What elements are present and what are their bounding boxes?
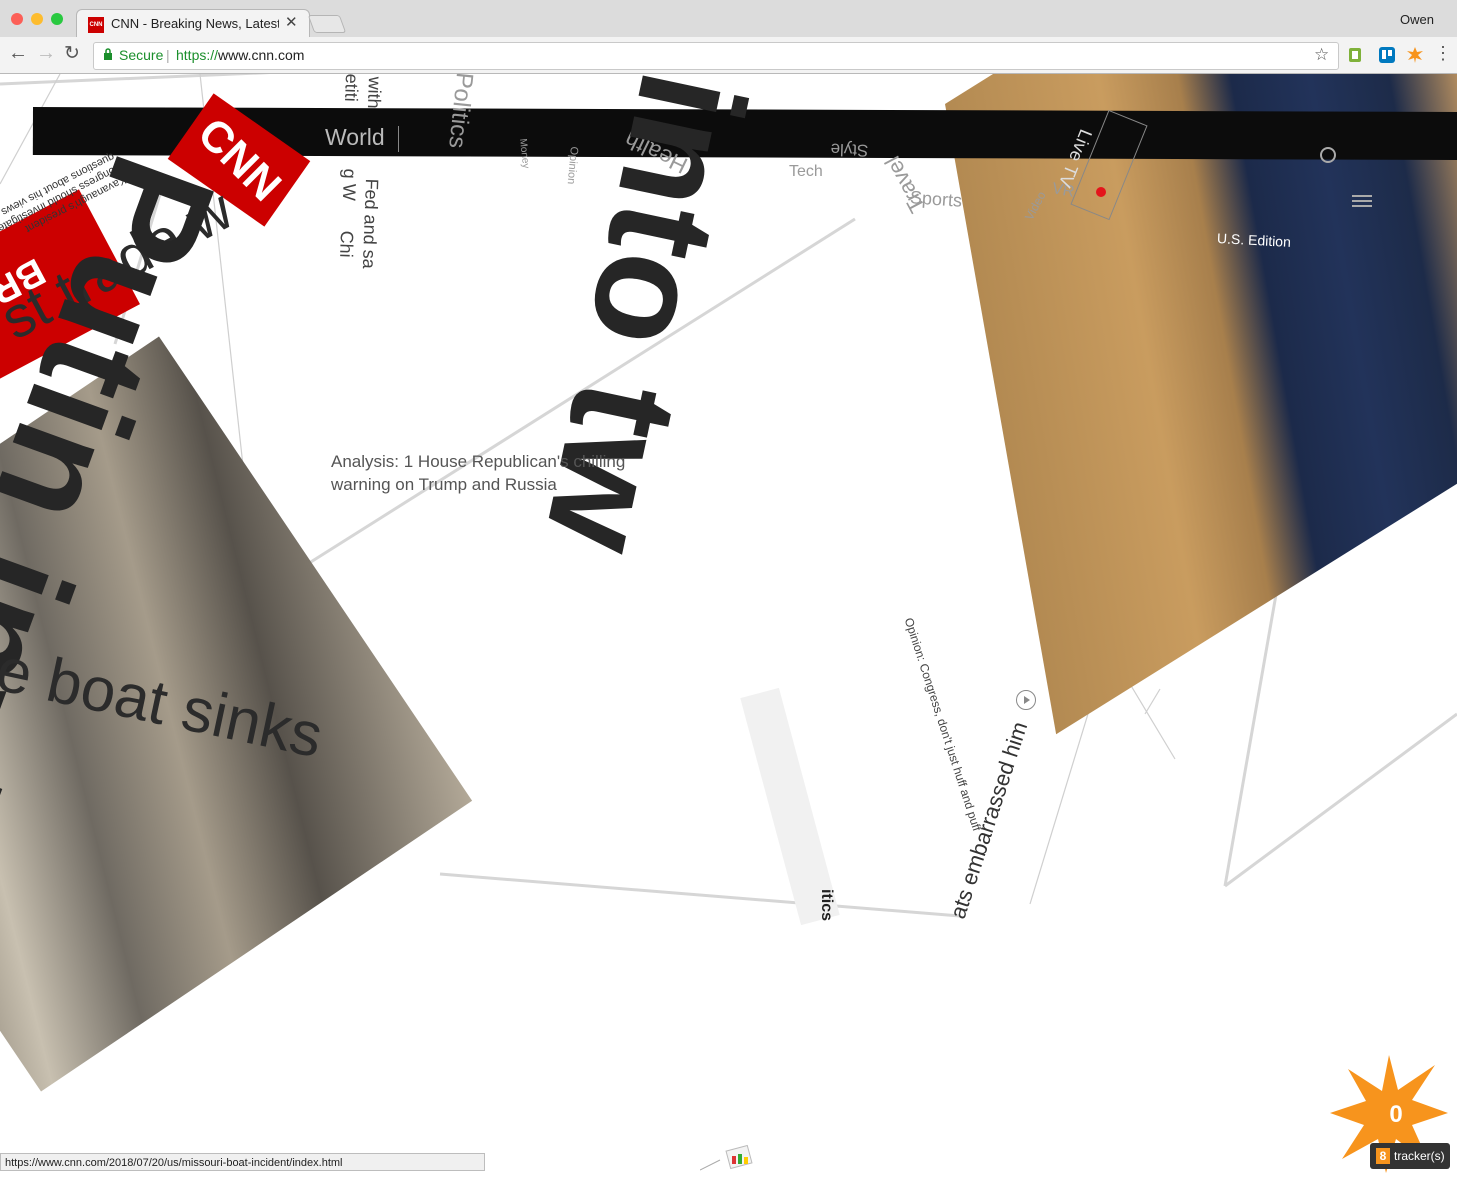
extension-ghostery-icon[interactable]: [1407, 47, 1423, 63]
burst-count: 0: [1389, 1101, 1402, 1128]
extension-evernote-icon[interactable]: [1347, 47, 1363, 63]
url-scheme: https://: [176, 47, 219, 63]
browser-tab[interactable]: CNN CNN - Breaking News, Latest News and…: [76, 9, 310, 38]
hamburger-menu-icon[interactable]: [1352, 192, 1372, 210]
decorative-thumbnail-icon: [699, 1142, 760, 1172]
politics-section-label[interactable]: itics: [817, 889, 835, 921]
browser-menu-icon[interactable]: ⋮: [1434, 43, 1452, 64]
play-video-icon[interactable]: [1016, 690, 1036, 710]
fragment-with: with: [363, 76, 385, 109]
fragment-fed: Fed and sa: [358, 178, 382, 270]
fragment-etiti: etiti: [341, 74, 362, 102]
live-indicator-dot: [1096, 187, 1106, 197]
back-arrow-icon[interactable]: ←: [8, 42, 28, 65]
nav-world[interactable]: World: [325, 124, 385, 151]
close-window-button[interactable]: [11, 13, 23, 25]
profile-name[interactable]: Owen: [1400, 12, 1434, 27]
nav-tech[interactable]: Tech: [789, 163, 823, 181]
url-host: www.cnn.com: [218, 47, 305, 63]
bookmark-star-icon[interactable]: ☆: [1314, 45, 1329, 65]
nav-divider: [398, 126, 399, 152]
secure-label: Secure: [119, 47, 164, 63]
address-bar[interactable]: Secure | https://www.cnn.com ☆: [93, 42, 1339, 70]
tracker-badge[interactable]: 8 tracker(s): [1370, 1143, 1450, 1169]
extension-trello-icon[interactable]: [1379, 47, 1395, 63]
status-bar-url: https://www.cnn.com/2018/07/20/us/missou…: [0, 1153, 485, 1171]
forward-arrow-icon[interactable]: →: [36, 42, 56, 65]
tab-title: CNN - Breaking News, Latest News and Vid…: [111, 16, 279, 31]
cnn-favicon-icon: CNN: [88, 17, 104, 33]
cnn-page: World Politics Money Opinion Health Tech…: [0, 74, 1457, 1172]
browser-toolbar: ← → ↻ Secure | https://www.cnn.com ☆ ⋮: [0, 37, 1457, 73]
fragment-chi: Chi: [336, 230, 357, 258]
tracker-count: 8: [1376, 1148, 1390, 1164]
tab-close-icon[interactable]: ✕: [285, 13, 298, 31]
tracker-label: tracker(s): [1394, 1149, 1445, 1163]
fragment-gw: g W: [338, 168, 360, 201]
browser-window-chrome: CNN CNN - Breaking News, Latest News and…: [0, 0, 1457, 74]
zoom-window-button[interactable]: [51, 13, 63, 25]
lock-icon: [103, 48, 113, 63]
address-url[interactable]: https://www.cnn.com: [176, 47, 304, 63]
nav-sports[interactable]: Sports: [909, 187, 962, 212]
minimize-window-button[interactable]: [31, 13, 43, 25]
nav-style[interactable]: Style: [830, 139, 868, 160]
new-tab-button[interactable]: [307, 15, 347, 33]
address-separator: |: [166, 47, 170, 63]
search-icon[interactable]: [1320, 147, 1336, 163]
analysis-headline[interactable]: Analysis: 1 House Republican's chilling …: [331, 450, 671, 496]
reload-icon[interactable]: ↻: [64, 42, 80, 65]
